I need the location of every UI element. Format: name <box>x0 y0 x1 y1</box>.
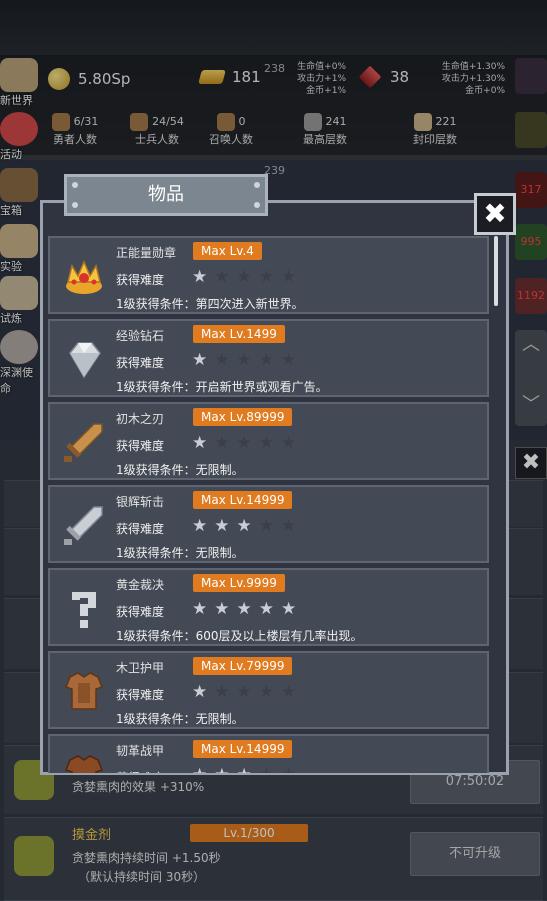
rivet <box>72 182 78 188</box>
item-row[interactable]: 银辉斩击 Max Lv.14999 获得难度 ★ ★ ★ ★ ★ 1级获得条件：无限制。 <box>48 485 489 563</box>
rivet <box>72 202 78 208</box>
item-condition: 1级获得条件：第四次进入新世界。 <box>116 297 304 311</box>
star-empty-icon: ★ <box>281 350 297 370</box>
item-max-level: Max Lv.79999 <box>193 657 293 675</box>
rivet <box>254 202 260 208</box>
star-empty-icon: ★ <box>236 682 252 702</box>
item-difficulty-label: 获得难度 <box>116 356 165 370</box>
wooden-sword-icon <box>60 418 108 466</box>
star-filled-icon: ★ <box>236 599 252 619</box>
star-empty-icon: ★ <box>281 516 297 536</box>
item-condition: 1级获得条件：无限制。 <box>116 463 244 477</box>
item-row[interactable]: 正能量勋章 Max Lv.4 获得难度 ★ ★ ★ ★ ★ 1级获得条件：第四次进入新世… <box>48 236 489 314</box>
star-empty-icon: ★ <box>214 433 230 453</box>
item-row[interactable]: 木卫护甲 Max Lv.79999 获得难度 ★ ★ ★ ★ ★ 1级获得条件：无限制。 <box>48 651 489 729</box>
silver-sword-icon <box>60 501 108 549</box>
difficulty-stars: ★ ★ ★ ★ ★ <box>192 765 296 773</box>
item-name: 韧革战甲 <box>116 744 165 758</box>
star-empty-icon: ★ <box>236 433 252 453</box>
star-empty-icon: ★ <box>236 267 252 287</box>
star-empty-icon: ★ <box>214 350 230 370</box>
difficulty-stars: ★ ★ ★ ★ ★ <box>192 267 296 287</box>
item-name: 初木之刃 <box>116 412 165 426</box>
item-list[interactable]: 正能量勋章 Max Lv.4 获得难度 ★ ★ ★ ★ ★ 1级获得条件：第四次进入新世… <box>48 236 492 773</box>
star-empty-icon: ★ <box>258 350 274 370</box>
item-max-level: Max Lv.9999 <box>193 574 285 592</box>
close-icon[interactable]: ✖ <box>483 197 506 230</box>
star-filled-icon: ★ <box>258 599 274 619</box>
item-difficulty-label: 获得难度 <box>116 522 165 536</box>
star-empty-icon: ★ <box>258 682 274 702</box>
diamond-icon <box>60 335 108 383</box>
item-condition: 1级获得条件：无限制。 <box>116 546 244 560</box>
star-empty-icon: ★ <box>281 682 297 702</box>
item-name: 木卫护甲 <box>116 661 165 675</box>
item-name: 正能量勋章 <box>116 246 177 260</box>
modal-close-button[interactable]: ✖ <box>474 193 516 235</box>
star-empty-icon: ★ <box>236 350 252 370</box>
star-filled-icon: ★ <box>214 765 229 773</box>
question-mark-icon <box>60 584 108 632</box>
item-max-level: Max Lv.4 <box>193 242 262 260</box>
star-filled-icon: ★ <box>237 765 252 773</box>
difficulty-stars: ★ ★ ★ ★ ★ <box>192 682 296 702</box>
item-difficulty-label: 获得难度 <box>116 605 165 619</box>
item-max-level: Max Lv.89999 <box>193 408 293 426</box>
item-max-level: Max Lv.1499 <box>193 325 285 343</box>
item-condition: 1级获得条件：无限制。 <box>116 712 244 726</box>
item-difficulty-label: 获得难度 <box>116 769 164 773</box>
item-name: 银辉斩击 <box>116 495 165 509</box>
item-difficulty-label: 获得难度 <box>116 688 165 702</box>
star-empty-icon: ★ <box>281 433 297 453</box>
crown-medal-icon <box>60 252 108 300</box>
item-name: 经验钻石 <box>116 329 165 343</box>
star-empty-icon: ★ <box>281 765 296 773</box>
star-filled-icon: ★ <box>192 682 208 702</box>
star-filled-icon: ★ <box>214 516 230 536</box>
star-filled-icon: ★ <box>236 516 252 536</box>
modal-title-tab: 物品 <box>64 174 268 216</box>
difficulty-stars: ★ ★ ★ ★ ★ <box>192 350 296 370</box>
item-condition: 1级获得条件：开启新世界或观看广告。 <box>116 380 328 394</box>
item-max-level: Max Lv.14999 <box>193 740 293 758</box>
item-row[interactable]: 经验钻石 Max Lv.1499 获得难度 ★ ★ ★ ★ ★ 1级获得条件：开启新世界… <box>48 319 489 397</box>
item-row[interactable]: 黄金裁决 Max Lv.9999 获得难度 ★ ★ ★ ★ ★ 1级获得条件：600层及… <box>48 568 489 646</box>
leather-armor-icon <box>60 750 108 773</box>
star-filled-icon: ★ <box>192 267 208 287</box>
star-filled-icon: ★ <box>192 433 208 453</box>
difficulty-stars: ★ ★ ★ ★ ★ <box>192 433 296 453</box>
item-max-level: Max Lv.14999 <box>193 491 293 509</box>
wooden-armor-icon <box>60 667 108 715</box>
star-empty-icon: ★ <box>214 267 230 287</box>
item-name: 黄金裁决 <box>116 578 165 592</box>
rivet <box>254 182 260 188</box>
item-difficulty-label: 获得难度 <box>116 439 165 453</box>
item-row[interactable]: 初木之刃 Max Lv.89999 获得难度 ★ ★ ★ ★ ★ 1级获得条件：无限制。 <box>48 402 489 480</box>
star-filled-icon: ★ <box>192 516 208 536</box>
item-condition: 1级获得条件：600层及以上楼层有几率出现。 <box>116 629 363 643</box>
item-difficulty-label: 获得难度 <box>116 273 165 287</box>
star-empty-icon: ★ <box>258 433 274 453</box>
list-scrollbar[interactable] <box>494 236 498 306</box>
difficulty-stars: ★ ★ ★ ★ ★ <box>192 599 296 619</box>
star-filled-icon: ★ <box>192 350 208 370</box>
star-filled-icon: ★ <box>281 599 297 619</box>
difficulty-stars: ★ ★ ★ ★ ★ <box>192 516 296 536</box>
star-filled-icon: ★ <box>192 765 207 773</box>
star-empty-icon: ★ <box>281 267 297 287</box>
star-empty-icon: ★ <box>258 516 274 536</box>
star-empty-icon: ★ <box>258 267 274 287</box>
modal-title: 物品 <box>148 184 184 205</box>
star-empty-icon: ★ <box>214 682 230 702</box>
item-row[interactable]: 韧革战甲 Max Lv.14999 获得难度 ★ ★ ★ ★ ★ <box>48 734 489 773</box>
star-empty-icon: ★ <box>259 765 274 773</box>
star-filled-icon: ★ <box>192 599 208 619</box>
star-filled-icon: ★ <box>214 599 230 619</box>
